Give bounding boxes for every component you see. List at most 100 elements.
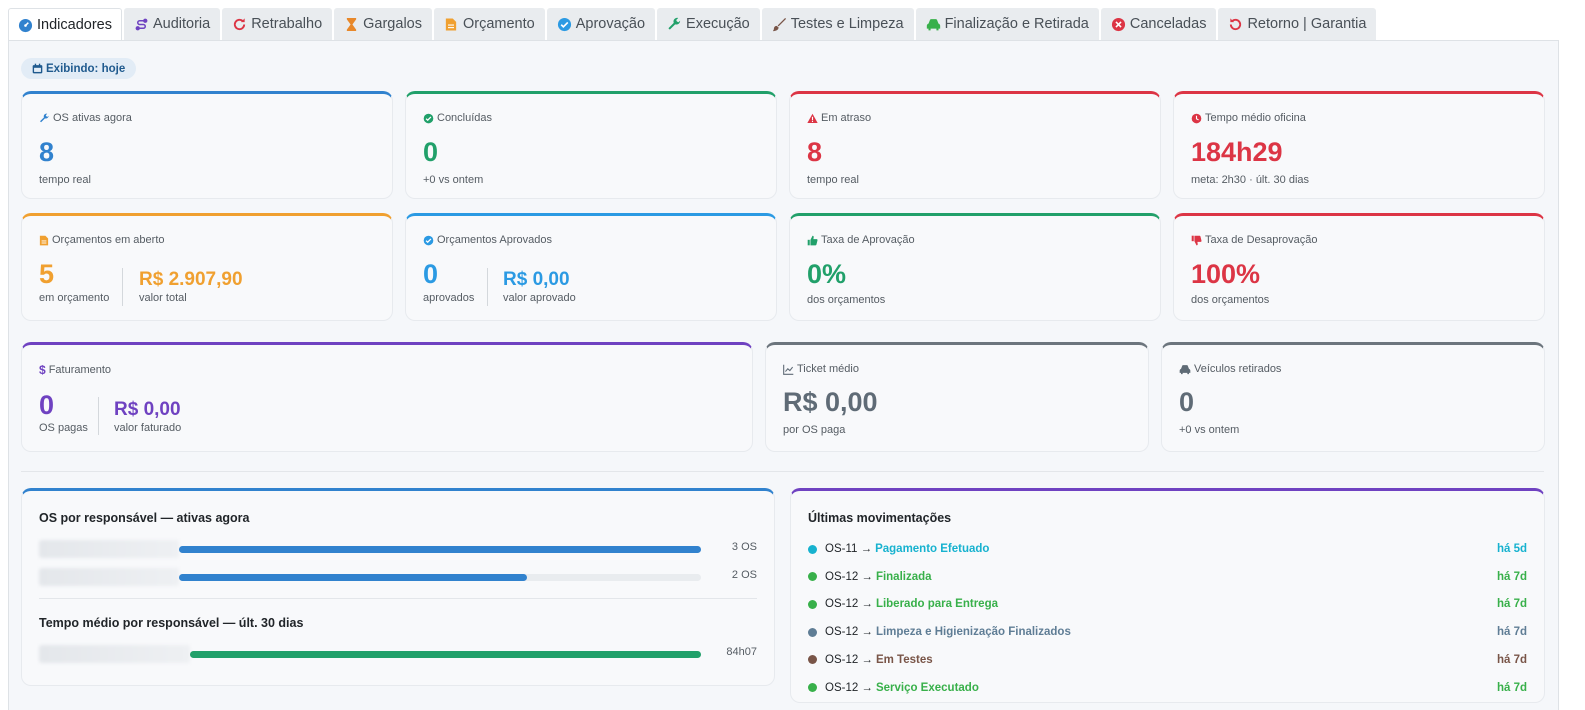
movimentacao-item[interactable]: OS-11 → Pagamento Efetuado há 5d [808,540,1527,558]
card-orcamentos-aprovados: Orçamentos Aprovados 0 aprovados R$ 0,00… [405,213,777,321]
movimentacao-item[interactable]: OS-12 → Em Testes há 7d [808,651,1527,669]
progress-track [179,546,701,553]
card-subtext: tempo real [807,174,859,186]
file-icon [444,17,459,32]
redo-icon [232,17,247,32]
file-icon [39,235,49,246]
tab-label: Retorno | Garantia [1247,16,1367,32]
hourglass-icon [344,17,359,32]
divider [39,598,757,599]
tab-label: Canceladas [1129,16,1207,32]
card-subtext: por OS paga [783,424,846,436]
progress-track [190,651,701,658]
dashboard-icon [18,18,33,33]
card-value: 5 [39,259,55,289]
tab-label: Auditoria [152,16,211,32]
tab-finalização-e-retirada[interactable]: Finalização e Retirada [915,8,1099,40]
card-value: 8 [807,137,823,167]
card-label: Tempo médio oficina [1205,112,1306,124]
status-label: Limpeza e Higienização Finalizados [875,626,1071,639]
status-label: Em Testes [875,653,933,666]
card-em-atraso: Em atraso 8 tempo real [789,91,1161,199]
wrench-icon [667,17,682,32]
card-os-por-responsavel: OS por responsável — ativas agora 3 OS 2 … [21,488,775,686]
movimentacao-item[interactable]: OS-12 → Finalizada há 7d [808,568,1527,586]
os-number: OS-12 → [825,653,873,666]
movimentacao-item[interactable]: OS-12 → Serviço Executado há 7d [808,679,1527,697]
card-taxa-aprovacao: Taxa de Aprovação 0% dos orçamentos [789,213,1161,321]
card-label: OS ativas agora [53,112,132,124]
tab-indicadores[interactable]: Indicadores [8,8,122,42]
status-label: Pagamento Efetuado [875,543,990,555]
bar-value: 2 OS [731,569,757,581]
card-money-subtext: valor aprovado [503,292,576,304]
card-value: 0 [423,259,439,289]
tab-label: Orçamento [462,16,535,32]
tab-label: Execução [686,16,750,32]
tab-label: Testes e Limpeza [790,16,904,32]
check-circle-icon [423,113,434,124]
card-label: Taxa de Aprovação [821,234,915,246]
elapsed-time: há 7d [1496,570,1527,583]
undo-icon [1228,17,1243,32]
card-concluidas: Concluídas 0 +0 vs ontem [405,91,777,199]
tab-retrabalho[interactable]: Retrabalho [222,8,333,40]
status-dot [808,683,817,692]
route-icon [134,17,149,32]
card-tempo-medio: Tempo médio oficina 184h29 meta: 2h30 · … [1173,91,1545,199]
movimentacao-item[interactable]: OS-12 → Liberado para Entrega há 7d [808,595,1527,613]
os-number: OS-12 → [825,681,873,694]
os-number: OS-12 → [825,598,873,611]
card-value: 0 [423,137,439,167]
card-value: 0 [39,390,55,420]
card-money-subtext: valor total [139,292,187,304]
divider [98,397,99,435]
check-circle-icon [423,235,434,246]
responsavel-name-redacted [39,568,179,586]
period-filter-badge: Exibindo: hoje [21,58,137,79]
progress-fill [179,574,528,581]
wrench-icon [39,113,50,124]
card-value: R$ 0,00 [783,387,878,417]
tab-aprovação[interactable]: Aprovação [546,8,656,40]
status-dot [808,599,817,609]
section-title: OS por responsável — ativas agora [39,511,250,525]
tab-testes-e-limpeza[interactable]: Testes e Limpeza [761,8,914,40]
card-label: Em atraso [821,112,872,124]
tab-label: Aprovação [575,16,646,32]
tab-auditoria[interactable]: Auditoria [123,8,221,40]
tab-orçamento[interactable]: Orçamento [433,8,545,40]
card-orcamentos-aberto: Orçamentos em aberto 5 em orçamento R$ 2… [21,213,393,321]
movimentacao-item[interactable]: OS-12 → Limpeza e Higienização Finalizado… [808,623,1527,641]
os-number: OS-11 → [825,543,873,555]
divider [487,268,488,306]
tab-execução[interactable]: Execução [657,8,760,40]
card-veiculos-retirados: Veículos retirados 0 +0 vs ontem [1161,342,1545,452]
tab-retorno-garantia[interactable]: Retorno | Garantia [1218,8,1377,40]
status-dot [808,655,817,665]
clock-icon [1191,113,1202,124]
bar-value: 3 OS [731,541,757,553]
status-dot [808,572,817,582]
progress-track [179,574,701,581]
status-label: Liberado para Entrega [875,598,998,611]
status-dot [808,544,817,554]
responsavel-name-redacted [39,540,179,558]
card-subtext: OS pagas [39,422,88,434]
thumbs-down-icon [1191,235,1202,246]
os-number: OS-12 → [825,626,873,639]
card-subtext: dos orçamentos [1191,294,1270,306]
card-taxa-desaprovacao: Taxa de Desaprovação 100% dos orçamentos [1173,213,1545,321]
card-subtext: tempo real [39,174,91,186]
dollar-icon: $ [39,363,46,377]
tab-canceladas[interactable]: Canceladas [1100,8,1217,40]
responsavel-name-redacted [39,645,190,663]
card-value: 0% [807,259,847,289]
card-faturamento: $ Faturamento 0 OS pagas R$ 0,00 valor fa… [21,342,753,452]
period-filter-label: Exibindo: hoje [46,62,126,75]
x-circle-icon [1111,17,1126,32]
card-os-ativas: OS ativas agora 8 tempo real [21,91,393,199]
status-label: Serviço Executado [875,681,979,694]
card-label: Orçamentos em aberto [52,234,165,246]
tab-gargalos[interactable]: Gargalos [334,8,432,40]
